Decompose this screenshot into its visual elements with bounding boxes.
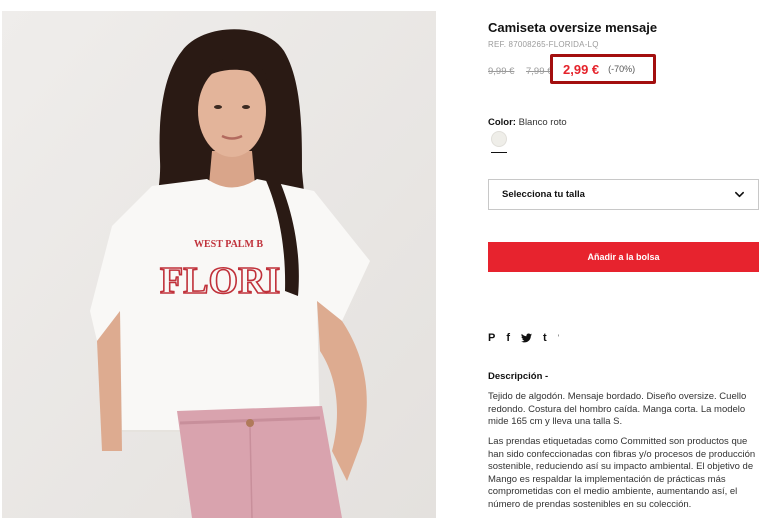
chevron-down-icon	[735, 191, 744, 198]
swatch-selected-indicator	[491, 152, 507, 153]
product-ref: REF. 87008265-FLORIDA-LQ	[488, 40, 599, 49]
color-swatch-blanco-roto[interactable]	[491, 131, 507, 147]
description-title[interactable]: Descripción -	[488, 371, 548, 382]
facebook-icon[interactable]: f	[506, 331, 510, 345]
description-paragraph-2: Las prendas etiquetadas como Committed s…	[488, 436, 756, 510]
current-price-highlight: 2,99 € (-70%)	[550, 54, 656, 84]
color-line: Color: Blanco roto	[488, 117, 567, 128]
tumblr-icon[interactable]: t	[543, 331, 547, 345]
more-share-icon[interactable]: '	[558, 331, 560, 345]
product-title: Camiseta oversize mensaje	[488, 20, 658, 35]
description-paragraph-1: Tejido de algodón. Mensaje bordado. Dise…	[488, 391, 747, 428]
current-price: 2,99 €	[563, 61, 600, 77]
size-select-placeholder: Selecciona tu talla	[502, 189, 585, 200]
twitter-icon[interactable]	[521, 333, 533, 343]
pinterest-icon[interactable]: P	[488, 331, 495, 345]
product-image[interactable]: WEST PALM B FLORI	[2, 11, 436, 518]
color-label: Color:	[488, 117, 516, 128]
social-share-bar: P f t '	[488, 331, 559, 345]
add-to-bag-button[interactable]: Añadir a la bolsa	[488, 242, 759, 272]
original-price-2: 7,99 €	[526, 66, 553, 77]
model-photo-illustration: WEST PALM B FLORI	[2, 11, 436, 518]
original-price-1: 9,99 €	[488, 66, 515, 77]
shirt-print-line2: FLORI	[160, 260, 280, 302]
color-value: Blanco roto	[518, 117, 567, 128]
shirt-print-line1: WEST PALM B	[194, 239, 263, 250]
size-select[interactable]: Selecciona tu talla	[488, 179, 759, 210]
discount-badge: (-70%)	[608, 64, 636, 74]
